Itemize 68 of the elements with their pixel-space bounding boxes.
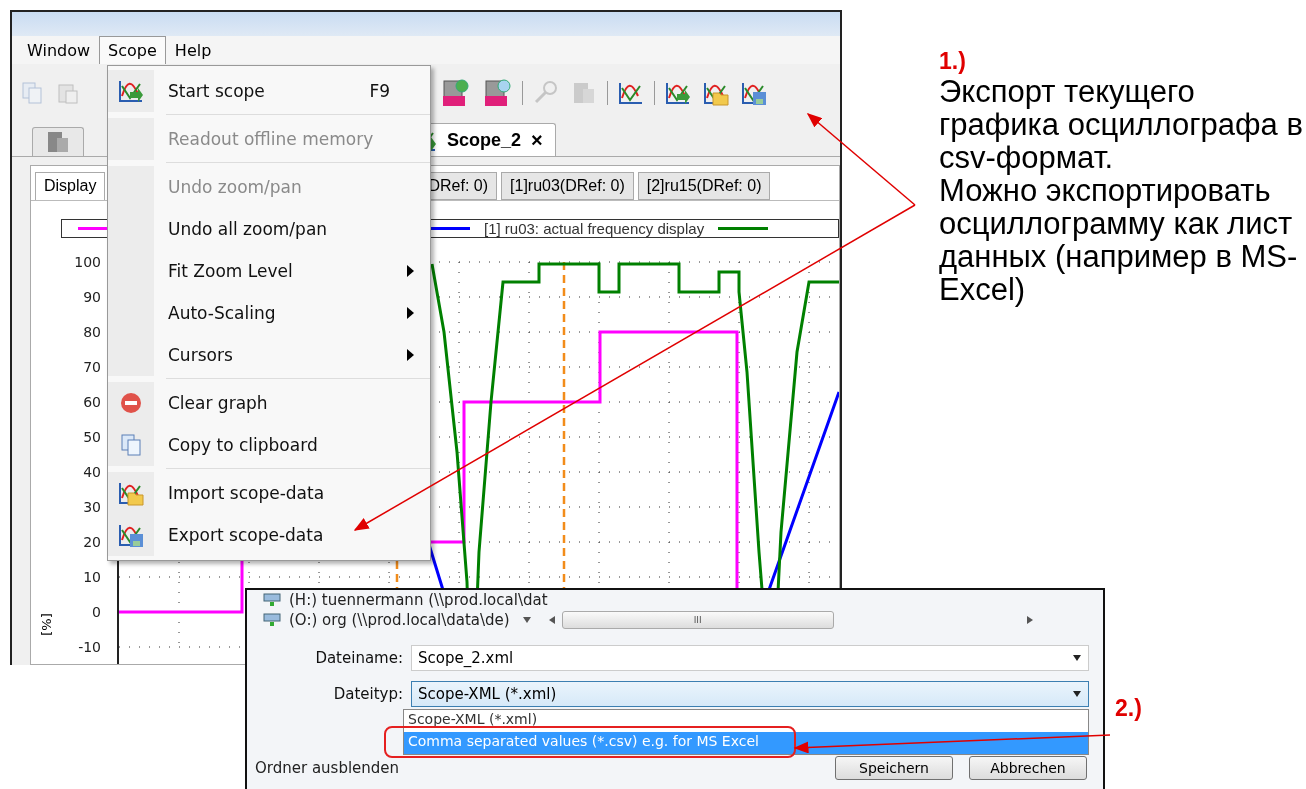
file-type-dropdown[interactable]: Scope-XML (*.xml) <box>411 681 1089 707</box>
network-drive-icon <box>263 593 281 607</box>
hide-folders-link[interactable]: Ordner ausblenden <box>255 759 835 777</box>
axis-tick-label: -10 <box>78 640 101 654</box>
axis-tick-label: 70 <box>83 360 101 374</box>
axis-tick-label: 10 <box>83 570 101 584</box>
axis-tick-label: 30 <box>83 500 101 514</box>
menu-title[interactable]: Help <box>165 36 221 64</box>
field-label: Dateiname: <box>314 649 404 667</box>
chart-disk-icon[interactable] <box>118 522 144 548</box>
menu-item[interactable]: Fit Zoom Level <box>108 250 430 292</box>
annotation-text: Можно экспортировать осциллограмму как лист данных (например в MS-Excel) <box>939 174 1299 306</box>
chart-disk-icon[interactable] <box>741 80 767 106</box>
device-search-icon[interactable] <box>482 78 512 108</box>
view-tab[interactable]: [1]ru03(DRef: 0) <box>501 172 634 200</box>
caret-down-icon <box>1072 690 1082 698</box>
chart-icon[interactable] <box>618 80 644 106</box>
axis-tick-label: 90 <box>83 290 101 304</box>
annotation-text: Экспорт текущего графика осциллографа в csv-формат. <box>939 75 1304 174</box>
axis-unit: [%] <box>38 613 54 636</box>
axis-tick-label: 80 <box>83 325 101 339</box>
menu-item[interactable]: Export scope-data <box>108 514 430 556</box>
submenu-arrow-icon <box>407 265 414 277</box>
axis-tick-label: 50 <box>83 430 101 444</box>
axis-tick-label: 40 <box>83 465 101 479</box>
chart-arrow-icon[interactable] <box>665 80 691 106</box>
submenu-arrow-icon <box>407 349 414 361</box>
stop-icon[interactable] <box>119 391 143 415</box>
annotation-number: 2.) <box>1115 695 1142 722</box>
scrollbar-thumb[interactable]: III <box>561 611 834 629</box>
menu-title[interactable]: Scope <box>99 36 166 64</box>
menu-item[interactable]: Cursors <box>108 334 430 376</box>
dialog-button[interactable]: Abbrechen <box>969 756 1087 780</box>
file-name-field[interactable]: Scope_2.xml <box>411 645 1089 671</box>
document-tab[interactable] <box>32 127 84 156</box>
annotation-number: 1.) <box>939 48 967 75</box>
menu-item[interactable]: Copy to clipboard <box>108 424 430 466</box>
menu-item[interactable]: Import scope-data <box>108 472 430 514</box>
menu-item[interactable]: Auto-Scaling <box>108 292 430 334</box>
tab-title: Scope_2 <box>447 129 522 151</box>
scroll-right-icon[interactable] <box>1025 615 1034 625</box>
axis-tick-label: 20 <box>83 535 101 549</box>
device-icon[interactable] <box>45 129 71 155</box>
device-plus-icon[interactable] <box>440 78 470 108</box>
drive-item[interactable]: (O:) org (\\prod.local\data\de) <box>263 610 510 630</box>
drive-item[interactable]: (H:) tuennermann (\\prod.local\dat <box>263 590 1103 610</box>
legend-label: [1] ru03: actual frequency display <box>484 220 705 237</box>
chart-folder-icon[interactable] <box>703 80 729 106</box>
field-label: Dateityp: <box>332 685 404 703</box>
chart-folder-icon[interactable] <box>118 480 144 506</box>
view-tab[interactable]: [2]ru15(DRef: 0) <box>637 172 771 200</box>
caret-down-icon <box>1072 654 1082 662</box>
axis-tick-label: 60 <box>83 395 101 409</box>
view-tab[interactable]: Display <box>35 172 106 200</box>
dialog-button[interactable]: Speichern <box>835 756 953 780</box>
shortcut-label: F9 <box>369 81 390 101</box>
chart-arrow-icon[interactable] <box>118 78 144 104</box>
menu-item[interactable]: Start scope F9 <box>108 70 430 112</box>
menu-item[interactable]: Clear graph <box>108 382 430 424</box>
menu-item[interactable]: Undo all zoom/pan <box>108 208 430 250</box>
network-drive-icon <box>263 613 281 627</box>
axis-tick-label: 100 <box>74 255 101 269</box>
axis-tick-label: 0 <box>92 605 101 619</box>
menu-title[interactable]: Window <box>18 36 100 64</box>
scroll-left-icon[interactable] <box>547 615 556 625</box>
submenu-arrow-icon <box>407 307 414 319</box>
caret-down-icon[interactable] <box>521 616 532 624</box>
close-icon[interactable]: × <box>531 128 543 152</box>
